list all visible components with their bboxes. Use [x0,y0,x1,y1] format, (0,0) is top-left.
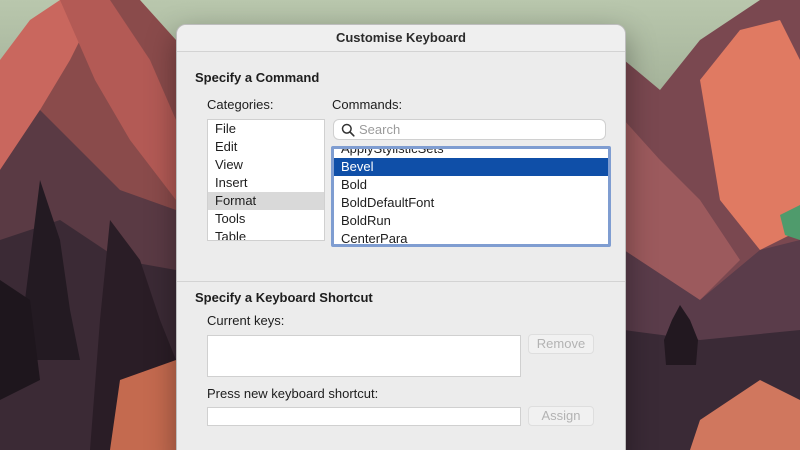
current-keys-label: Current keys: [207,313,285,328]
specify-command-heading: Specify a Command [195,70,320,85]
search-input[interactable] [359,120,599,139]
category-item-table[interactable]: Table [208,228,324,240]
categories-list[interactable]: File Edit View Insert Format Tools Table [207,119,325,241]
specify-shortcut-heading: Specify a Keyboard Shortcut [195,290,373,305]
category-item-tools[interactable]: Tools [208,210,324,228]
customise-keyboard-dialog: Customise Keyboard Specify a Command Cat… [176,24,626,450]
command-item-boldrun[interactable]: BoldRun [334,212,608,230]
category-item-file[interactable]: File [208,120,324,138]
new-shortcut-input[interactable] [207,407,521,426]
section-divider [177,281,625,282]
commands-label: Commands: [332,97,403,112]
category-item-edit[interactable]: Edit [208,138,324,156]
current-keys-list[interactable] [207,335,521,377]
category-item-insert[interactable]: Insert [208,174,324,192]
command-item-bold[interactable]: Bold [334,176,608,194]
command-item-centerpara[interactable]: CenterPara [334,230,608,244]
command-search-field[interactable] [333,119,606,140]
category-item-format[interactable]: Format [208,192,324,210]
press-new-shortcut-label: Press new keyboard shortcut: [207,386,379,401]
desktop: Customise Keyboard Specify a Command Cat… [0,0,800,450]
command-item-bolddefaultfont[interactable]: BoldDefaultFont [334,194,608,212]
command-item-bevel[interactable]: Bevel [334,158,608,176]
assign-button[interactable]: Assign [528,406,594,426]
dialog-title: Customise Keyboard [177,25,625,52]
categories-label: Categories: [207,97,274,112]
category-item-view[interactable]: View [208,156,324,174]
search-icon [341,123,355,137]
commands-list[interactable]: ApplyStylisticSets Bevel Bold BoldDefaul… [331,146,611,247]
remove-button[interactable]: Remove [528,334,594,354]
command-item-applystylisticsets[interactable]: ApplyStylisticSets [334,149,608,158]
